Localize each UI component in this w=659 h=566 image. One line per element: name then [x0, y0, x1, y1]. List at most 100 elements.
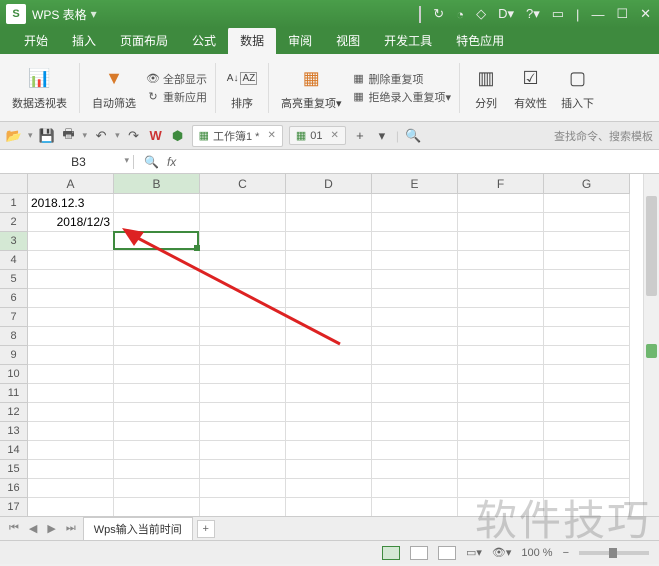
- cell-G6[interactable]: [544, 289, 630, 308]
- split-button[interactable]: ▥ 分列: [468, 65, 504, 111]
- cell-E8[interactable]: [372, 327, 458, 346]
- cell-D11[interactable]: [286, 384, 372, 403]
- cell-A14[interactable]: [28, 441, 114, 460]
- scroll-thumb[interactable]: [646, 196, 657, 296]
- zoom-value[interactable]: 100 %: [521, 547, 552, 559]
- search-icon[interactable]: 🔍: [405, 128, 421, 144]
- cell-D13[interactable]: [286, 422, 372, 441]
- row-header-11[interactable]: 11: [0, 384, 28, 403]
- cell-F11[interactable]: [458, 384, 544, 403]
- cell-B1[interactable]: [114, 194, 200, 213]
- col-header-A[interactable]: A: [28, 174, 114, 194]
- cell-A11[interactable]: [28, 384, 114, 403]
- row-header-2[interactable]: 2: [0, 213, 28, 232]
- tab-view[interactable]: 视图: [324, 27, 372, 54]
- cell-G2[interactable]: [544, 213, 630, 232]
- cell-E1[interactable]: [372, 194, 458, 213]
- cell-D14[interactable]: [286, 441, 372, 460]
- validation-button[interactable]: ☑ 有效性: [510, 65, 551, 111]
- tab-formula[interactable]: 公式: [180, 27, 228, 54]
- cell-C17[interactable]: [200, 498, 286, 516]
- cell-D3[interactable]: [286, 232, 372, 251]
- sort-button[interactable]: A↓AZ 排序: [224, 65, 260, 111]
- close-icon[interactable]: ✕: [640, 6, 651, 22]
- autofilter-button[interactable]: ▼ 自动筛选: [88, 65, 140, 111]
- open-icon[interactable]: 📂: [6, 128, 22, 144]
- cell-D7[interactable]: [286, 308, 372, 327]
- cell-D8[interactable]: [286, 327, 372, 346]
- cell-F7[interactable]: [458, 308, 544, 327]
- tab-insert[interactable]: 插入: [60, 27, 108, 54]
- cell-A2[interactable]: 2018/12/3: [28, 213, 114, 232]
- cell-F10[interactable]: [458, 365, 544, 384]
- cell-B5[interactable]: [114, 270, 200, 289]
- row-header-14[interactable]: 14: [0, 441, 28, 460]
- tab-special[interactable]: 特色应用: [444, 27, 516, 54]
- cell-A1[interactable]: 2018.12.3: [28, 194, 114, 213]
- fx-icon[interactable]: fx: [167, 155, 176, 169]
- cell-E13[interactable]: [372, 422, 458, 441]
- select-all-corner[interactable]: [0, 174, 28, 194]
- col-header-D[interactable]: D: [286, 174, 372, 194]
- cell-D16[interactable]: [286, 479, 372, 498]
- cell-C4[interactable]: [200, 251, 286, 270]
- cell-E6[interactable]: [372, 289, 458, 308]
- cell-B14[interactable]: [114, 441, 200, 460]
- help-icon[interactable]: ?▾: [526, 6, 540, 22]
- tab-layout[interactable]: 页面布局: [108, 27, 180, 54]
- cell-F6[interactable]: [458, 289, 544, 308]
- cell-B3[interactable]: [114, 232, 200, 251]
- cell-B8[interactable]: [114, 327, 200, 346]
- undo-icon[interactable]: ↶: [93, 128, 109, 144]
- sheet-tab[interactable]: Wps输入当前时间: [83, 517, 193, 540]
- cell-A9[interactable]: [28, 346, 114, 365]
- cell-B12[interactable]: [114, 403, 200, 422]
- cell-B16[interactable]: [114, 479, 200, 498]
- cell-B2[interactable]: [114, 213, 200, 232]
- cell-A16[interactable]: [28, 479, 114, 498]
- cell-D6[interactable]: [286, 289, 372, 308]
- cell-E3[interactable]: [372, 232, 458, 251]
- col-header-F[interactable]: F: [458, 174, 544, 194]
- reject-dup-button[interactable]: ▦拒绝录入重复项▾: [352, 89, 452, 105]
- cell-C14[interactable]: [200, 441, 286, 460]
- cell-G15[interactable]: [544, 460, 630, 479]
- doc2-close-icon[interactable]: ✕: [331, 130, 339, 141]
- cell-C7[interactable]: [200, 308, 286, 327]
- cell-F14[interactable]: [458, 441, 544, 460]
- highlight-dup-button[interactable]: ▦ 高亮重复项▾: [277, 65, 346, 111]
- cell-F9[interactable]: [458, 346, 544, 365]
- diamond-icon[interactable]: ◇: [476, 6, 486, 22]
- cell-C2[interactable]: [200, 213, 286, 232]
- cell-G12[interactable]: [544, 403, 630, 422]
- cell-C13[interactable]: [200, 422, 286, 441]
- cell-C3[interactable]: [200, 232, 286, 251]
- cell-A10[interactable]: [28, 365, 114, 384]
- cell-B15[interactable]: [114, 460, 200, 479]
- cell-E5[interactable]: [372, 270, 458, 289]
- tab-dev[interactable]: 开发工具: [372, 27, 444, 54]
- cell-G17[interactable]: [544, 498, 630, 516]
- cell-C15[interactable]: [200, 460, 286, 479]
- insert-dd-button[interactable]: ▢ 插入下: [557, 65, 598, 111]
- row-header-9[interactable]: 9: [0, 346, 28, 365]
- cell-C6[interactable]: [200, 289, 286, 308]
- row-header-4[interactable]: 4: [0, 251, 28, 270]
- cell-A4[interactable]: [28, 251, 114, 270]
- eye-icon[interactable]: 👁▾: [492, 546, 512, 559]
- cell-F2[interactable]: [458, 213, 544, 232]
- add-sheet-icon[interactable]: +: [197, 520, 215, 538]
- cell-G5[interactable]: [544, 270, 630, 289]
- row-header-1[interactable]: 1: [0, 194, 28, 213]
- circle-icon[interactable]: ◔: [456, 7, 464, 22]
- restore-icon[interactable]: ▭: [552, 6, 564, 22]
- sync-icon[interactable]: ↻: [433, 6, 444, 22]
- cell-C1[interactable]: [200, 194, 286, 213]
- cell-E9[interactable]: [372, 346, 458, 365]
- row-header-12[interactable]: 12: [0, 403, 28, 422]
- cell-D5[interactable]: [286, 270, 372, 289]
- cell-A17[interactable]: [28, 498, 114, 516]
- reapply-button[interactable]: ↻重新应用: [146, 89, 207, 105]
- pivot-button[interactable]: 📊 数据透视表: [8, 65, 71, 111]
- minimize-icon[interactable]: —: [591, 7, 604, 22]
